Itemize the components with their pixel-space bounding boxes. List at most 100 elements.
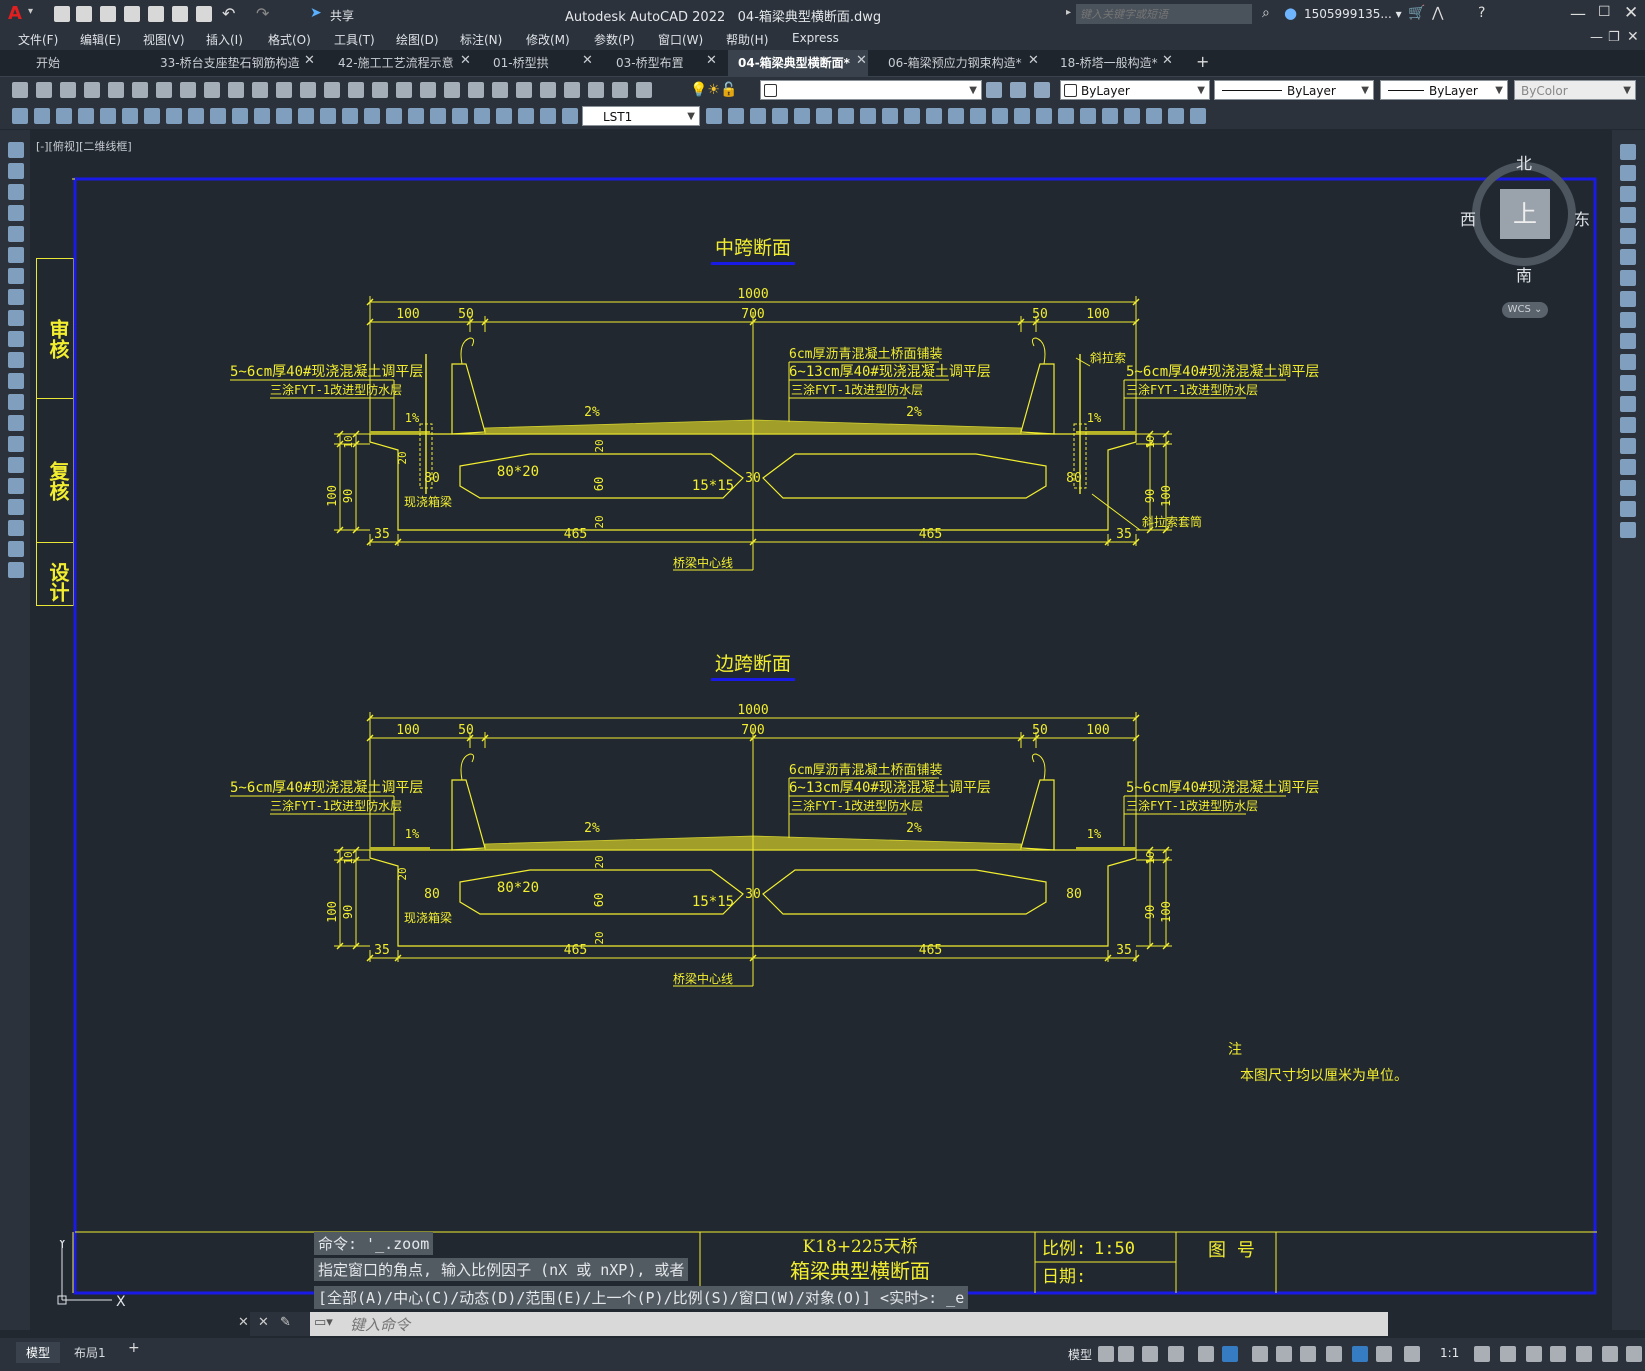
standard-tool-17-icon[interactable] (396, 82, 412, 98)
draw-tool-18-icon[interactable] (8, 499, 24, 515)
menu-draw[interactable]: 绘图(D) (396, 31, 439, 48)
standard-tool-16-icon[interactable] (372, 82, 388, 98)
modify-tool-3-icon[interactable] (1620, 186, 1636, 202)
dimension-tool-8-icon[interactable] (166, 108, 182, 124)
standard-tool-12-icon[interactable] (276, 82, 292, 98)
save-web-icon[interactable] (172, 6, 188, 22)
dimension-tool-6-icon[interactable] (122, 108, 138, 124)
draw-tool-4-icon[interactable] (8, 205, 24, 221)
standard-tool-10-icon[interactable] (228, 82, 244, 98)
status-toggle-15-icon[interactable] (1500, 1346, 1516, 1362)
menu-file[interactable]: 文件(F) (18, 31, 58, 48)
menu-tools[interactable]: 工具(T) (334, 31, 375, 48)
dimension-tool-31-icon[interactable] (794, 108, 810, 124)
viewcube-west[interactable]: 西 (1460, 206, 1476, 230)
make-current-icon[interactable] (986, 82, 1002, 98)
doc-close-icon[interactable]: ✕ (1627, 29, 1639, 45)
draw-tool-14-icon[interactable] (8, 415, 24, 431)
draw-tool-10-icon[interactable] (8, 331, 24, 347)
layout-tab-model[interactable]: 模型 (16, 1342, 61, 1363)
tab-close-icon[interactable]: ✕ (304, 53, 315, 68)
status-toggle-19-icon[interactable] (1602, 1346, 1618, 1362)
modify-tool-1-icon[interactable] (1620, 144, 1636, 160)
menu-insert[interactable]: 插入(I) (206, 31, 243, 48)
dimension-tool-11-icon[interactable] (232, 108, 248, 124)
standard-tool-21-icon[interactable] (492, 82, 508, 98)
layer-dropdown[interactable]: 3▼ (760, 80, 982, 100)
tab-06[interactable]: 06-箱梁预应力钢束构造* (888, 54, 1022, 71)
dimension-tool-38-icon[interactable] (948, 108, 964, 124)
status-toggle-12-icon[interactable] (1376, 1346, 1392, 1362)
dimension-tool-3-icon[interactable] (56, 108, 72, 124)
status-toggle-3-icon[interactable] (1142, 1346, 1158, 1362)
standard-tool-7-icon[interactable] (156, 82, 172, 98)
draw-tool-6-icon[interactable] (8, 247, 24, 263)
modify-tool-4-icon[interactable] (1620, 207, 1636, 223)
dimension-tool-13-icon[interactable] (276, 108, 292, 124)
standard-tool-23-icon[interactable] (540, 82, 556, 98)
dimension-tool-35-icon[interactable] (882, 108, 898, 124)
standard-tool-24-icon[interactable] (564, 82, 580, 98)
menu-dimension[interactable]: 标注(N) (460, 31, 502, 48)
tab-01[interactable]: 01-桥型拱 (493, 54, 549, 71)
dimension-tool-5-icon[interactable] (100, 108, 116, 124)
text-style-dropdown[interactable]: LST1 ▼ (582, 106, 700, 126)
status-toggle-8-icon[interactable] (1276, 1346, 1292, 1362)
new-tab-icon[interactable]: + (1196, 52, 1209, 71)
dimension-tool-36-icon[interactable] (904, 108, 920, 124)
standard-tool-11-icon[interactable] (252, 82, 268, 98)
draw-tool-12-icon[interactable] (8, 373, 24, 389)
status-toggle-13-icon[interactable] (1404, 1346, 1420, 1362)
menu-format[interactable]: 格式(O) (268, 31, 311, 48)
standard-tool-1-icon[interactable] (12, 82, 28, 98)
standard-tool-19-icon[interactable] (444, 82, 460, 98)
dimension-tool-2-icon[interactable] (34, 108, 50, 124)
standard-tool-9-icon[interactable] (204, 82, 220, 98)
menu-parametric[interactable]: 参数(P) (594, 31, 635, 48)
tab-close-icon[interactable]: ✕ (582, 53, 593, 68)
tab-close-icon[interactable]: ✕ (1028, 53, 1039, 68)
user-name[interactable]: 1505999135... ▾ (1304, 7, 1402, 21)
dimension-tool-1-icon[interactable] (12, 108, 28, 124)
doc-minimize-icon[interactable]: — (1590, 30, 1603, 45)
modify-tool-6-icon[interactable] (1620, 249, 1636, 265)
dimension-tool-45-icon[interactable] (1102, 108, 1118, 124)
dimension-tool-34-icon[interactable] (860, 108, 876, 124)
menu-window[interactable]: 窗口(W) (658, 31, 703, 48)
tab-close-icon[interactable]: ✕ (706, 53, 717, 68)
standard-tool-3-icon[interactable] (60, 82, 76, 98)
tab-18[interactable]: 18-桥塔一般构造* (1060, 54, 1158, 71)
share-button[interactable]: 共享 (330, 7, 354, 24)
command-recent-icon[interactable]: ▭▾ (314, 1315, 333, 1330)
dimension-tool-10-icon[interactable] (210, 108, 226, 124)
dimension-tool-48-icon[interactable] (1168, 108, 1184, 124)
standard-tool-26-icon[interactable] (612, 82, 628, 98)
standard-tool-15-icon[interactable] (348, 82, 364, 98)
draw-tool-9-icon[interactable] (8, 310, 24, 326)
tab-03[interactable]: 03-桥型布置 (616, 54, 684, 71)
dimension-tool-32-icon[interactable] (816, 108, 832, 124)
search-input[interactable] (1076, 4, 1252, 24)
draw-tool-8-icon[interactable] (8, 289, 24, 305)
layer-state-icons[interactable]: 💡☀🔓 (690, 82, 737, 98)
dimension-tool-23-icon[interactable] (496, 108, 512, 124)
dimension-tool-33-icon[interactable] (838, 108, 854, 124)
dimension-tool-20-icon[interactable] (430, 108, 446, 124)
color-dropdown[interactable]: ByLayer ▼ (1060, 80, 1210, 100)
status-toggle-4-icon[interactable] (1168, 1346, 1184, 1362)
wcs-button[interactable]: WCS ⌄ (1502, 302, 1548, 318)
status-toggle-18-icon[interactable] (1576, 1346, 1592, 1362)
dimension-tool-9-icon[interactable] (188, 108, 204, 124)
draw-tool-15-icon[interactable] (8, 436, 24, 452)
undo-icon[interactable]: ↶ (222, 4, 235, 23)
modify-tool-2-icon[interactable] (1620, 165, 1636, 181)
tab-close-icon[interactable]: ✕ (1162, 53, 1173, 68)
command-settings-icon[interactable]: ✎ (280, 1315, 291, 1330)
plotstyle-dropdown[interactable]: ByColor ▼ (1514, 80, 1636, 100)
status-toggle-20-icon[interactable] (1626, 1346, 1642, 1362)
menu-express[interactable]: Express (792, 31, 839, 45)
dimension-tool-17-icon[interactable] (364, 108, 380, 124)
draw-tool-20-icon[interactable] (8, 541, 24, 557)
dimension-tool-40-icon[interactable] (992, 108, 1008, 124)
layout-tab-1[interactable]: 布局1 (74, 1344, 106, 1361)
